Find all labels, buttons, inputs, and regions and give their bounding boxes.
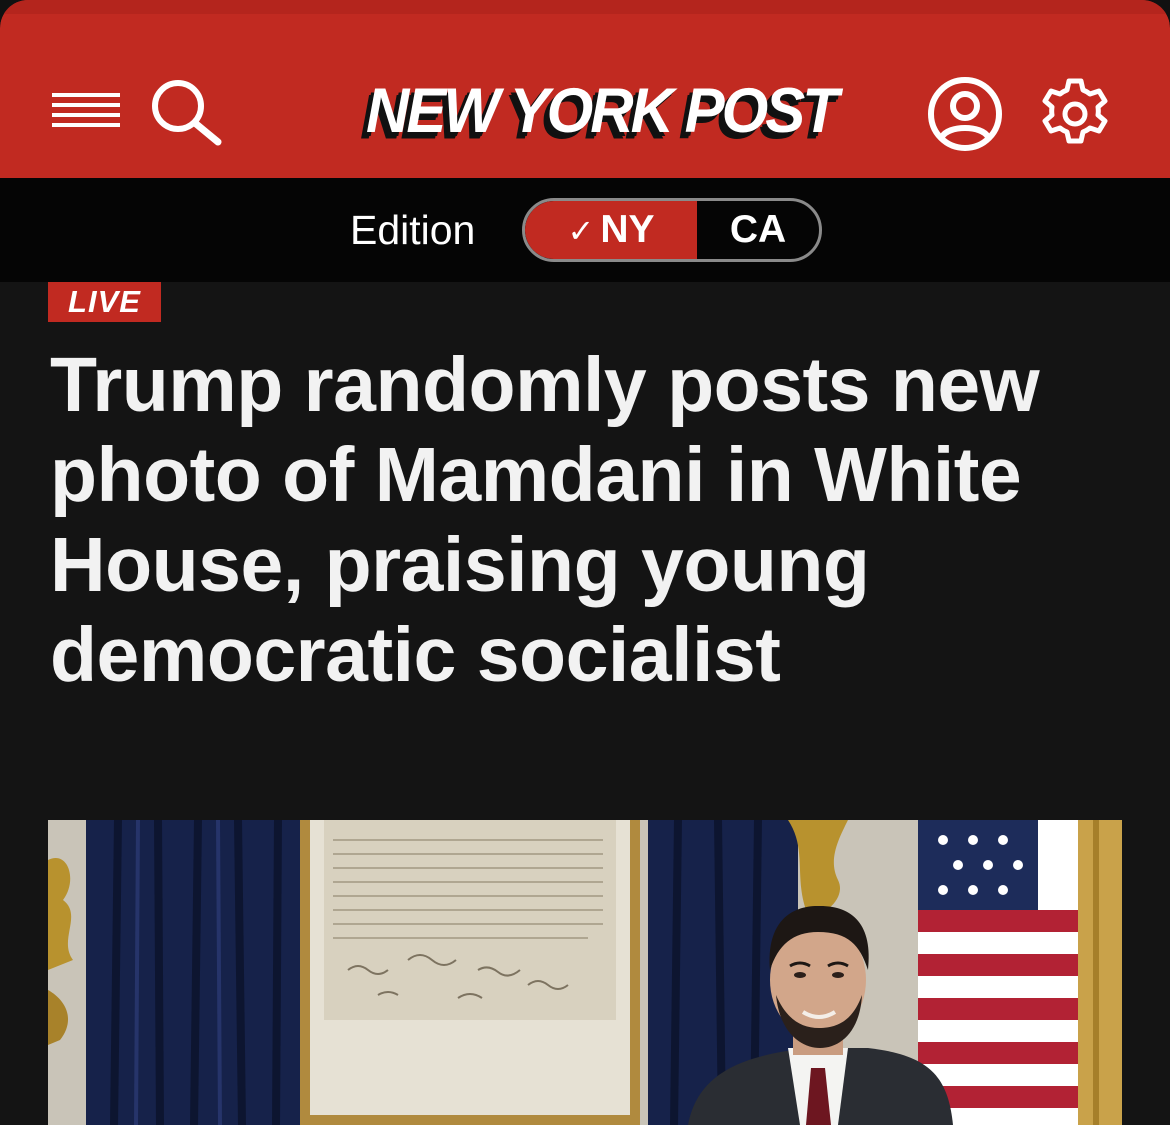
edition-option-label: NY [600, 208, 655, 251]
search-icon[interactable] [148, 78, 224, 146]
menu-icon[interactable] [52, 93, 120, 127]
main-content: LIVE Trump randomly posts new photo of M… [0, 282, 1170, 1125]
edition-toggle: ✓ NY CA [522, 198, 822, 262]
status-strip [0, 0, 1170, 14]
article-photo[interactable] [48, 820, 1122, 1125]
live-badge: LIVE [48, 282, 161, 322]
edition-label: Edition [350, 207, 476, 253]
edition-option-label: CA [729, 208, 787, 251]
app-screen: NEW YORK POST Edition ✓ NY CA LIVE Trump… [0, 0, 1170, 1125]
edition-option-ny[interactable]: ✓ NY [525, 201, 697, 259]
account-icon[interactable] [926, 75, 1004, 153]
edition-option-ca[interactable]: CA [697, 201, 819, 259]
settings-icon[interactable] [1036, 75, 1114, 153]
article-headline[interactable]: Trump randomly posts new photo of Mamdan… [50, 340, 1130, 700]
logo-text: NEW YORK POST [366, 75, 839, 146]
edition-bar: Edition ✓ NY CA [0, 178, 1170, 282]
checkmark-icon: ✓ [567, 213, 595, 249]
site-logo[interactable]: NEW YORK POST [366, 75, 839, 152]
header-bar: NEW YORK POST [0, 0, 1170, 178]
